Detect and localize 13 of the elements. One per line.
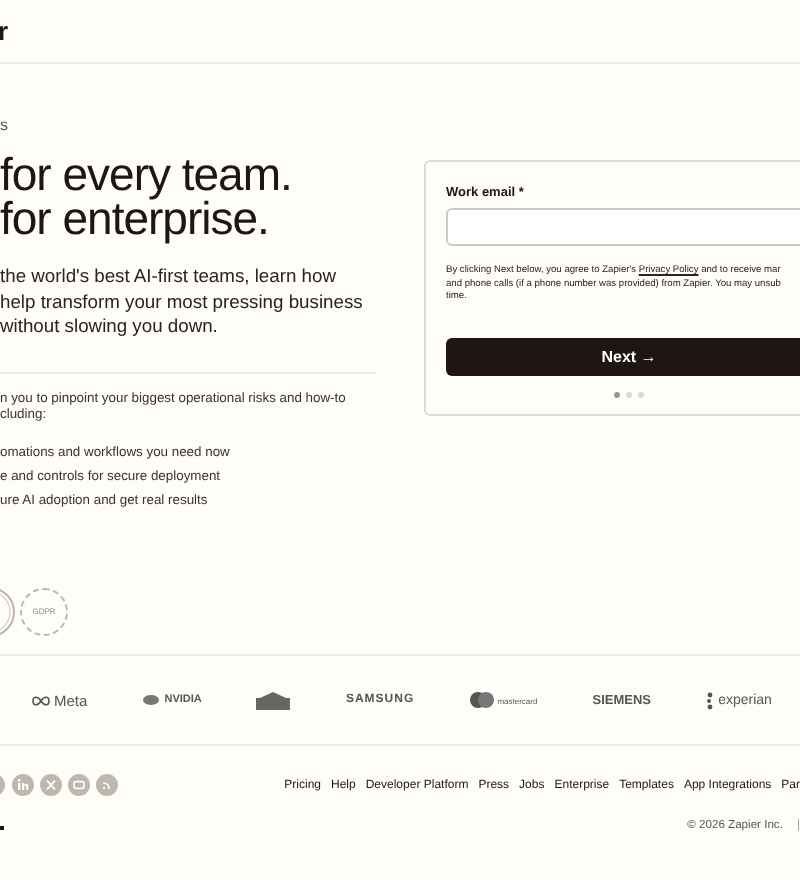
house-logo-icon	[256, 691, 291, 709]
rss-icon[interactable]	[96, 774, 118, 796]
badge-icon	[0, 585, 16, 637]
eyebrow-text: s	[0, 116, 10, 134]
x-icon[interactable]	[40, 774, 62, 796]
intro-paragraph: the world's best AI-first teams, learn how help transform your most pressing business without slowing you down.	[0, 264, 365, 339]
email-input-field[interactable]	[446, 208, 800, 246]
linkedin-icon[interactable]	[12, 774, 34, 796]
next-button[interactable]: Next →	[446, 337, 800, 375]
headline: for every team. for enterprise.	[0, 152, 294, 240]
logo-text[interactable]: r	[0, 16, 9, 46]
video-play-icon[interactable]	[68, 774, 90, 796]
social-icon[interactable]	[0, 774, 6, 796]
